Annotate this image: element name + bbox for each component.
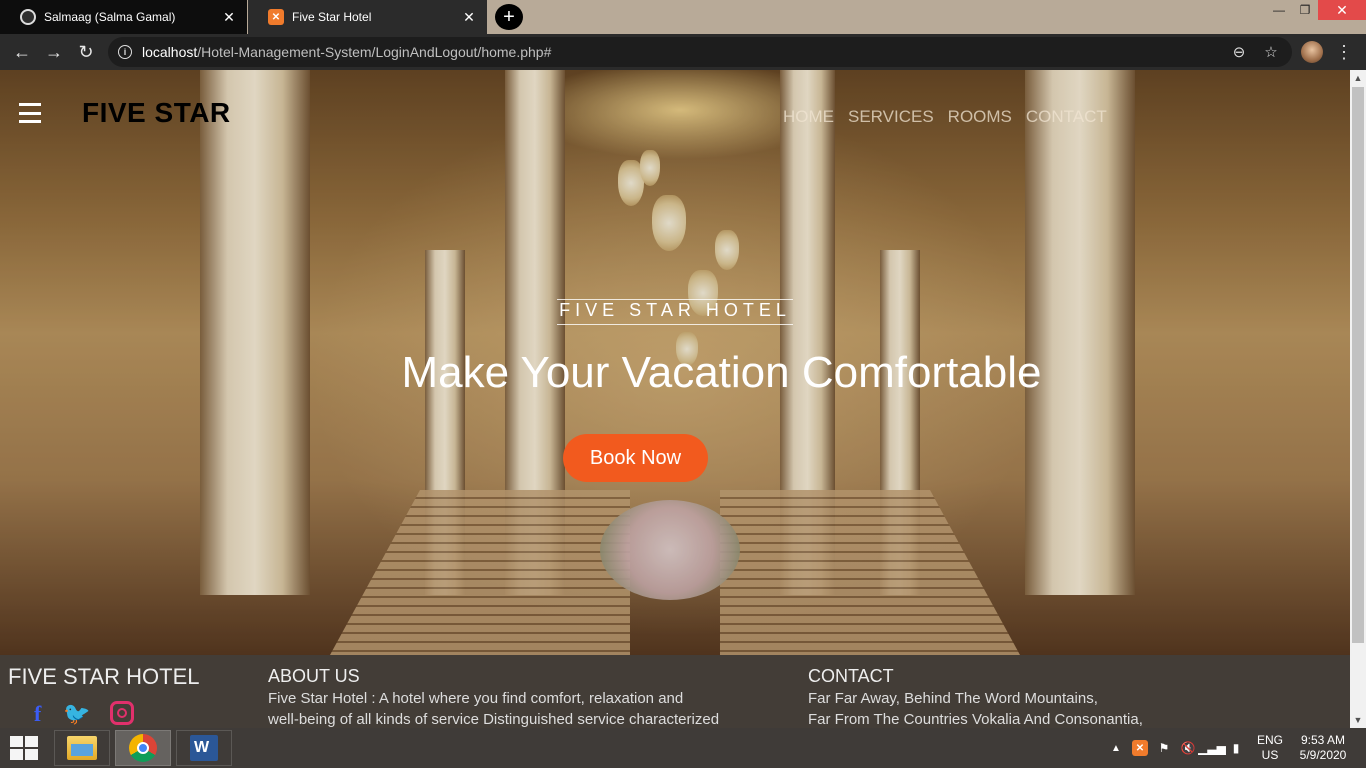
facebook-icon[interactable]: f: [34, 701, 41, 727]
info-icon[interactable]: i: [118, 45, 132, 59]
taskbar-word[interactable]: W: [176, 730, 232, 766]
forward-arrow-icon[interactable]: →: [42, 40, 66, 64]
word-icon: W: [190, 735, 218, 761]
close-icon[interactable]: ✕: [461, 9, 477, 26]
nav-home[interactable]: HOME: [783, 107, 834, 127]
footer-about-line: well-being of all kinds of service Disti…: [268, 711, 720, 728]
scroll-up-arrow-icon[interactable]: ▲: [1350, 70, 1366, 86]
tray-expand-icon[interactable]: ▲: [1110, 740, 1122, 756]
main-nav: HOME SERVICES ROOMS CONTACT: [783, 107, 1107, 127]
book-now-button[interactable]: Book Now: [563, 434, 708, 482]
page-viewport: FIVE STAR HOME SERVICES ROOMS CONTACT FI…: [0, 70, 1350, 728]
restore-icon[interactable]: ❐: [1292, 0, 1318, 20]
github-icon: [20, 9, 36, 25]
scroll-thumb[interactable]: [1352, 87, 1364, 643]
windows-start-icon[interactable]: [10, 736, 38, 760]
xampp-tray-icon[interactable]: ✕: [1132, 740, 1148, 756]
reload-icon[interactable]: ↻: [74, 40, 98, 64]
url-host: localhost: [142, 44, 198, 60]
footer-contact-title: CONTACT: [808, 666, 894, 686]
close-icon[interactable]: ✕: [221, 9, 237, 26]
language-code: ENG: [1256, 733, 1283, 747]
windows-taskbar: W ▲ ✕ ⚑ 🔇 ▁▃▅ ▮ ENG US 9:53 AM 5/9/2020: [0, 728, 1366, 768]
instagram-icon[interactable]: [110, 701, 134, 725]
network-signal-icon[interactable]: ▁▃▅: [1198, 740, 1226, 756]
hamburger-menu-icon[interactable]: [19, 103, 41, 123]
profile-avatar[interactable]: [1301, 41, 1323, 63]
hero-subtitle: FIVE STAR HOTEL: [0, 299, 1350, 325]
xampp-icon: ✕: [268, 9, 284, 25]
clock-time: 9:53 AM: [1300, 733, 1346, 747]
footer-contact-line: Far Far Away, Behind The Word Mountains,: [808, 690, 1098, 707]
action-center-flag-icon[interactable]: ⚑: [1156, 740, 1172, 756]
file-explorer-icon: [67, 736, 97, 760]
url-path: /Hotel-Management-System/LoginAndLogout/…: [197, 44, 552, 60]
new-tab-button[interactable]: +: [495, 4, 523, 30]
address-bar[interactable]: i localhost/Hotel-Management-System/Logi…: [108, 37, 1292, 67]
tab-title: Five Star Hotel: [292, 10, 372, 24]
footer-about-line: Five Star Hotel : A hotel where you find…: [268, 690, 684, 707]
tab-five-star-hotel[interactable]: ✕ Five Star Hotel ✕: [248, 0, 487, 34]
zoom-icon[interactable]: ⊖: [1230, 43, 1248, 61]
hero-background-image: FIVE STAR HOME SERVICES ROOMS CONTACT FI…: [0, 70, 1350, 655]
battery-icon[interactable]: ▮: [1228, 740, 1244, 756]
nav-contact[interactable]: CONTACT: [1026, 107, 1107, 127]
bookmark-star-icon[interactable]: ☆: [1262, 43, 1280, 61]
volume-muted-icon[interactable]: 🔇: [1180, 740, 1196, 756]
browser-toolbar: ← → ↻ i localhost/Hotel-Management-Syste…: [0, 34, 1366, 70]
language-region: US: [1261, 748, 1279, 762]
nav-services[interactable]: SERVICES: [848, 107, 934, 127]
scroll-down-arrow-icon[interactable]: ▼: [1350, 712, 1366, 728]
footer-contact-line: Far From The Countries Vokalia And Conso…: [808, 711, 1143, 728]
chrome-icon: [129, 734, 157, 762]
browser-tab-strip: Salmaag (Salma Gamal) ✕ ✕ Five Star Hote…: [0, 0, 1366, 34]
footer-brand: FIVE STAR HOTEL: [8, 664, 200, 689]
more-menu-icon[interactable]: ⋮: [1335, 40, 1353, 64]
twitter-icon[interactable]: 🐦: [63, 701, 90, 727]
language-indicator[interactable]: ENG US: [1256, 733, 1284, 763]
tab-github[interactable]: Salmaag (Salma Gamal) ✕: [0, 0, 247, 34]
footer-about-title: ABOUT US: [268, 666, 360, 686]
taskbar-chrome[interactable]: [115, 730, 171, 766]
site-footer: FIVE STAR HOTEL f 🐦 ABOUT US Five Star H…: [0, 655, 1350, 728]
hero-title: Make Your Vacation Comfortable: [401, 348, 1042, 397]
system-clock[interactable]: 9:53 AM 5/9/2020: [1294, 733, 1352, 763]
clock-date: 5/9/2020: [1299, 748, 1347, 762]
window-close-icon[interactable]: ✕: [1318, 0, 1366, 20]
minimize-icon[interactable]: —: [1266, 0, 1292, 20]
nav-rooms[interactable]: ROOMS: [948, 107, 1012, 127]
page-scrollbar[interactable]: ▲ ▼: [1350, 70, 1366, 728]
tab-title: Salmaag (Salma Gamal): [44, 10, 176, 24]
site-brand[interactable]: FIVE STAR: [82, 97, 231, 129]
back-arrow-icon[interactable]: ←: [10, 40, 34, 64]
hero-subtitle-text: FIVE STAR HOTEL: [557, 299, 793, 325]
taskbar-file-explorer[interactable]: [54, 730, 110, 766]
